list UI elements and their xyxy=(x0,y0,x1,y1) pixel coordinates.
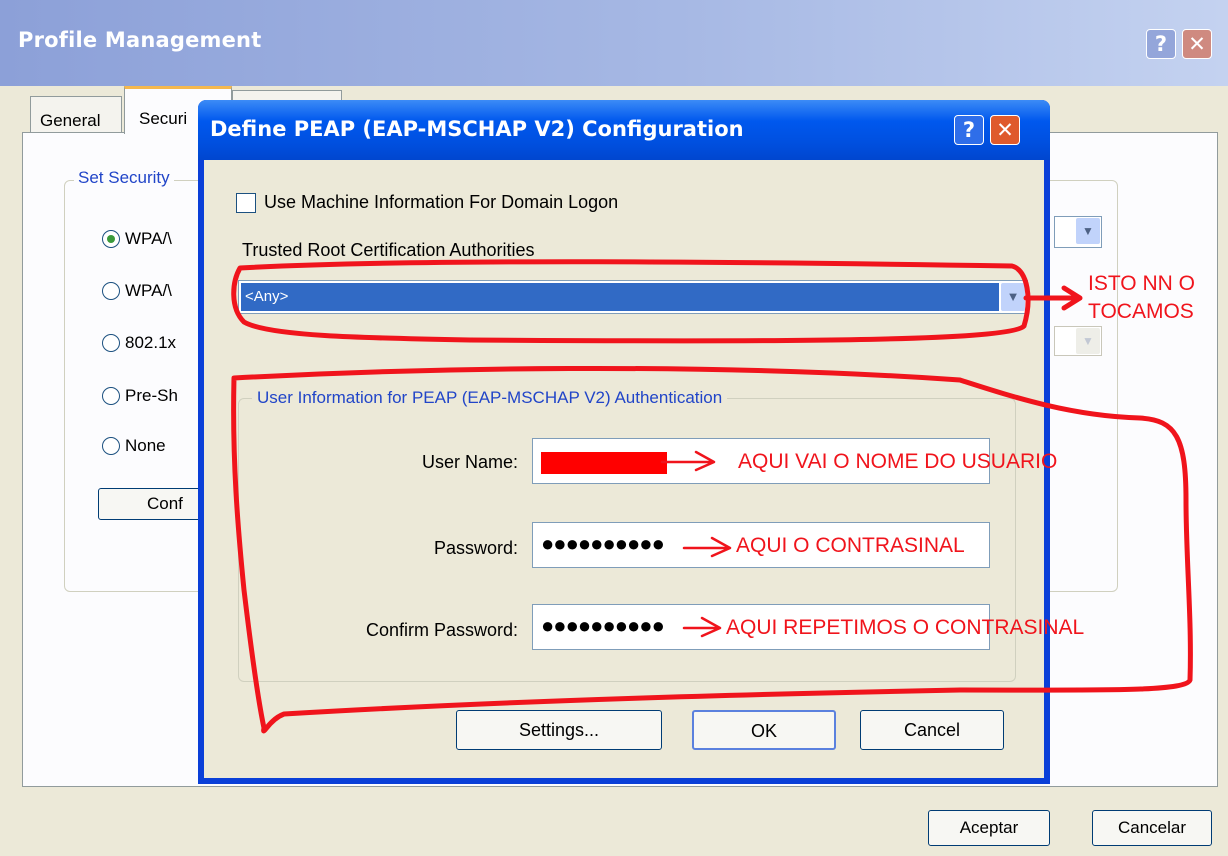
eap-type-combo[interactable]: ▼ xyxy=(1054,216,1102,248)
annotation-user-note: AQUI VAI O NOME DO USUARIO xyxy=(738,450,1058,473)
radio-label: WPA/\ xyxy=(125,229,172,248)
radio-wpa-enterprise[interactable]: WPA/\ xyxy=(102,226,172,252)
set-security-group-title: Set Security xyxy=(74,168,174,188)
redacted-username xyxy=(541,452,667,474)
confirm-password-mask: ●●●●●●●●●● xyxy=(541,613,665,638)
radio-button-icon[interactable] xyxy=(102,334,120,352)
cancel-button[interactable]: Cancel xyxy=(860,710,1004,750)
annotation-password-note: AQUI O CONTRASINAL xyxy=(736,534,965,557)
annotation-ca-note-2: TOCAMOS xyxy=(1088,300,1194,323)
use-machine-info-checkbox[interactable] xyxy=(236,192,256,213)
outer-close-icon[interactable]: ✕ xyxy=(1182,29,1212,59)
user-name-label: User Name: xyxy=(421,452,518,472)
aceptar-button[interactable]: Aceptar xyxy=(928,810,1050,846)
radio-none[interactable]: None xyxy=(102,433,166,459)
secondary-combo-disabled: ▼ xyxy=(1054,326,1102,356)
radio-label: 802.1x xyxy=(125,333,177,352)
use-machine-info-label: Use Machine Information For Domain Logon xyxy=(264,192,619,212)
trusted-ca-label: Trusted Root Certification Authorities xyxy=(242,240,535,260)
radio-label: WPA/\ xyxy=(125,281,172,300)
radio-label: None xyxy=(125,436,166,455)
radio-wpa-passphrase[interactable]: WPA/\ xyxy=(102,278,172,304)
annotation-ca-note-1: ISTO NN O xyxy=(1088,272,1195,295)
radio-802-1x[interactable]: 802.1x xyxy=(102,330,176,356)
outer-window-title: Profile Management xyxy=(18,28,262,52)
chevron-down-icon: ▼ xyxy=(1076,328,1100,354)
radio-label: Pre-Sh xyxy=(125,386,178,405)
dialog-title: Define PEAP (EAP-MSCHAP V2) Configuratio… xyxy=(210,117,744,141)
outer-title-bar: Profile Management ? ✕ xyxy=(0,0,1228,86)
dialog-title-bar: Define PEAP (EAP-MSCHAP V2) Configuratio… xyxy=(198,100,1050,160)
radio-button-icon[interactable] xyxy=(102,230,120,248)
settings-button[interactable]: Settings... xyxy=(456,710,662,750)
user-information-group-title: User Information for PEAP (EAP-MSCHAP V2… xyxy=(252,388,728,408)
ok-button[interactable]: OK xyxy=(692,710,836,750)
radio-pre-shared-key[interactable]: Pre-Sh xyxy=(102,383,178,409)
use-machine-info-checkbox-row[interactable]: Use Machine Information For Domain Logon xyxy=(236,192,618,213)
cancelar-button[interactable]: Cancelar xyxy=(1092,810,1212,846)
trusted-ca-combo[interactable]: <Any> ▼ xyxy=(238,280,1028,314)
dialog-close-icon[interactable]: ✕ xyxy=(990,115,1020,145)
chevron-down-icon[interactable]: ▼ xyxy=(1076,218,1100,244)
annotation-confirm-note: AQUI REPETIMOS O CONTRASINAL xyxy=(726,616,1085,639)
password-mask: ●●●●●●●●●● xyxy=(541,531,665,556)
outer-help-icon[interactable]: ? xyxy=(1146,29,1176,59)
radio-button-icon[interactable] xyxy=(102,387,120,405)
password-label: Password: xyxy=(433,538,518,558)
dialog-help-icon[interactable]: ? xyxy=(954,115,984,145)
radio-button-icon[interactable] xyxy=(102,437,120,455)
radio-button-icon[interactable] xyxy=(102,282,120,300)
tab-general[interactable]: General xyxy=(30,96,122,134)
confirm-password-label: Confirm Password: xyxy=(365,620,518,640)
trusted-ca-selected-value[interactable]: <Any> xyxy=(241,283,999,311)
chevron-down-icon[interactable]: ▼ xyxy=(1001,283,1025,311)
